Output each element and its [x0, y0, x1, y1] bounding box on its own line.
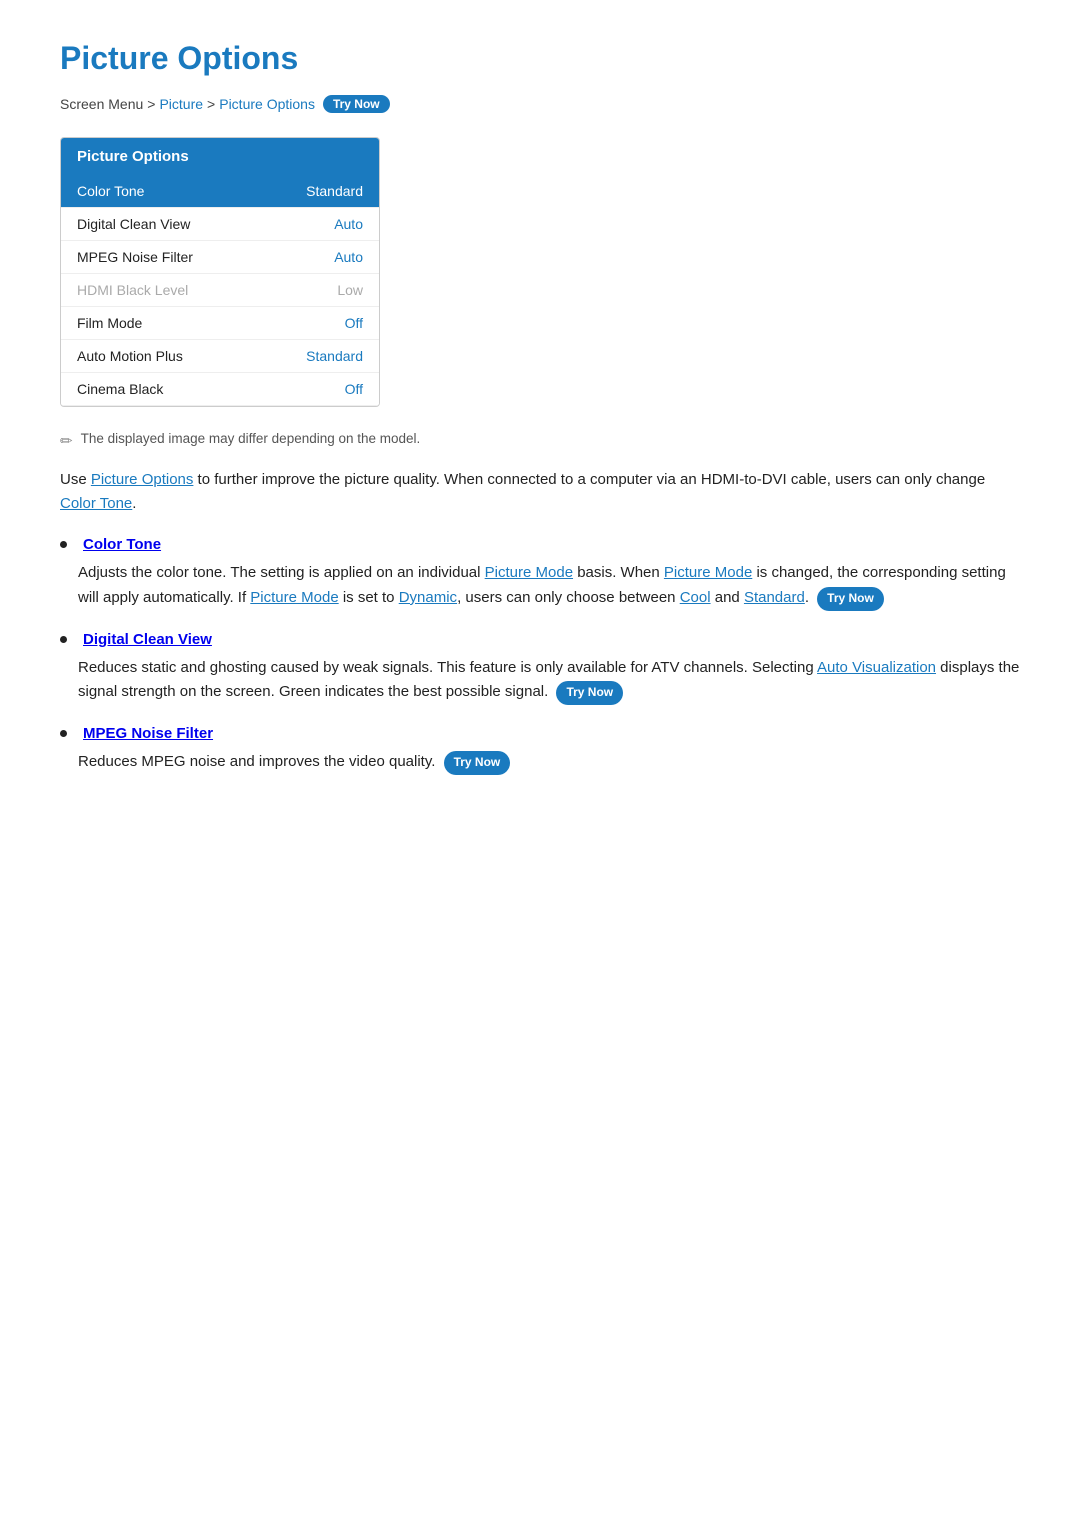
- bullet-icon: [60, 636, 67, 643]
- section-title-color-tone: Color Tone: [60, 536, 1020, 553]
- try-now-badge-color-tone[interactable]: Try Now: [817, 587, 884, 611]
- link-dynamic[interactable]: Dynamic: [399, 589, 457, 606]
- row-label: Auto Motion Plus: [61, 340, 260, 373]
- breadcrumb-sep-2: >: [207, 96, 215, 112]
- table-row[interactable]: MPEG Noise Filter Auto: [61, 241, 379, 274]
- link-picture-mode-2[interactable]: Picture Mode: [664, 564, 752, 581]
- breadcrumb: Screen Menu > Picture > Picture Options …: [60, 95, 1020, 113]
- link-picture-mode-1[interactable]: Picture Mode: [485, 564, 573, 581]
- breadcrumb-screen-menu: Screen Menu: [60, 96, 143, 112]
- breadcrumb-try-now[interactable]: Try Now: [323, 95, 390, 113]
- row-value: Standard: [260, 340, 379, 373]
- section-list: Color Tone Adjusts the color tone. The s…: [60, 536, 1020, 775]
- note-text: The displayed image may differ depending…: [81, 431, 421, 446]
- breadcrumb-sep-1: >: [147, 96, 155, 112]
- row-label: HDMI Black Level: [61, 274, 260, 307]
- link-picture-mode-3[interactable]: Picture Mode: [250, 589, 338, 606]
- bullet-icon: [60, 730, 67, 737]
- row-label: Digital Clean View: [61, 208, 260, 241]
- section-link-digital-clean-view[interactable]: Digital Clean View: [83, 631, 212, 648]
- table-row: HDMI Black Level Low: [61, 274, 379, 307]
- note-row: ✏ The displayed image may differ dependi…: [60, 431, 1020, 450]
- breadcrumb-picture-options[interactable]: Picture Options: [219, 96, 315, 112]
- row-label: Color Tone: [61, 175, 260, 208]
- section-body-color-tone: Adjusts the color tone. The setting is a…: [78, 561, 1020, 611]
- table-row[interactable]: Color Tone Standard: [61, 175, 379, 208]
- table-row[interactable]: Film Mode Off: [61, 307, 379, 340]
- intro-link-color-tone[interactable]: Color Tone: [60, 495, 132, 512]
- row-label: Film Mode: [61, 307, 260, 340]
- link-cool[interactable]: Cool: [680, 589, 711, 606]
- options-table: Color Tone Standard Digital Clean View A…: [61, 175, 379, 406]
- bullet-icon: [60, 541, 67, 548]
- picture-options-box: Picture Options Color Tone Standard Digi…: [60, 137, 380, 407]
- row-label: Cinema Black: [61, 373, 260, 406]
- row-value: Off: [260, 373, 379, 406]
- list-item: Color Tone Adjusts the color tone. The s…: [60, 536, 1020, 611]
- breadcrumb-picture[interactable]: Picture: [159, 96, 203, 112]
- pencil-icon: ✏: [60, 432, 73, 450]
- table-row[interactable]: Cinema Black Off: [61, 373, 379, 406]
- row-value: Low: [260, 274, 379, 307]
- table-row[interactable]: Digital Clean View Auto: [61, 208, 379, 241]
- section-title-mpeg-noise-filter: MPEG Noise Filter: [60, 725, 1020, 742]
- box-header: Picture Options: [61, 138, 379, 175]
- row-value: Auto: [260, 208, 379, 241]
- try-now-badge-digital-clean-view[interactable]: Try Now: [556, 681, 623, 705]
- section-link-mpeg-noise-filter[interactable]: MPEG Noise Filter: [83, 725, 213, 742]
- section-link-color-tone[interactable]: Color Tone: [83, 536, 161, 553]
- section-body-digital-clean-view: Reduces static and ghosting caused by we…: [78, 656, 1020, 706]
- section-body-mpeg-noise-filter: Reduces MPEG noise and improves the vide…: [78, 750, 1020, 775]
- list-item: Digital Clean View Reduces static and gh…: [60, 631, 1020, 706]
- list-item: MPEG Noise Filter Reduces MPEG noise and…: [60, 725, 1020, 775]
- try-now-badge-mpeg-noise-filter[interactable]: Try Now: [444, 751, 511, 775]
- row-value: Standard: [260, 175, 379, 208]
- intro-paragraph: Use Picture Options to further improve t…: [60, 468, 1020, 516]
- intro-link-picture-options[interactable]: Picture Options: [91, 471, 194, 488]
- row-label: MPEG Noise Filter: [61, 241, 260, 274]
- link-standard[interactable]: Standard: [744, 589, 805, 606]
- row-value: Off: [260, 307, 379, 340]
- page-title: Picture Options: [60, 40, 1020, 77]
- table-row[interactable]: Auto Motion Plus Standard: [61, 340, 379, 373]
- section-title-digital-clean-view: Digital Clean View: [60, 631, 1020, 648]
- row-value: Auto: [260, 241, 379, 274]
- link-auto-visualization[interactable]: Auto Visualization: [817, 659, 936, 676]
